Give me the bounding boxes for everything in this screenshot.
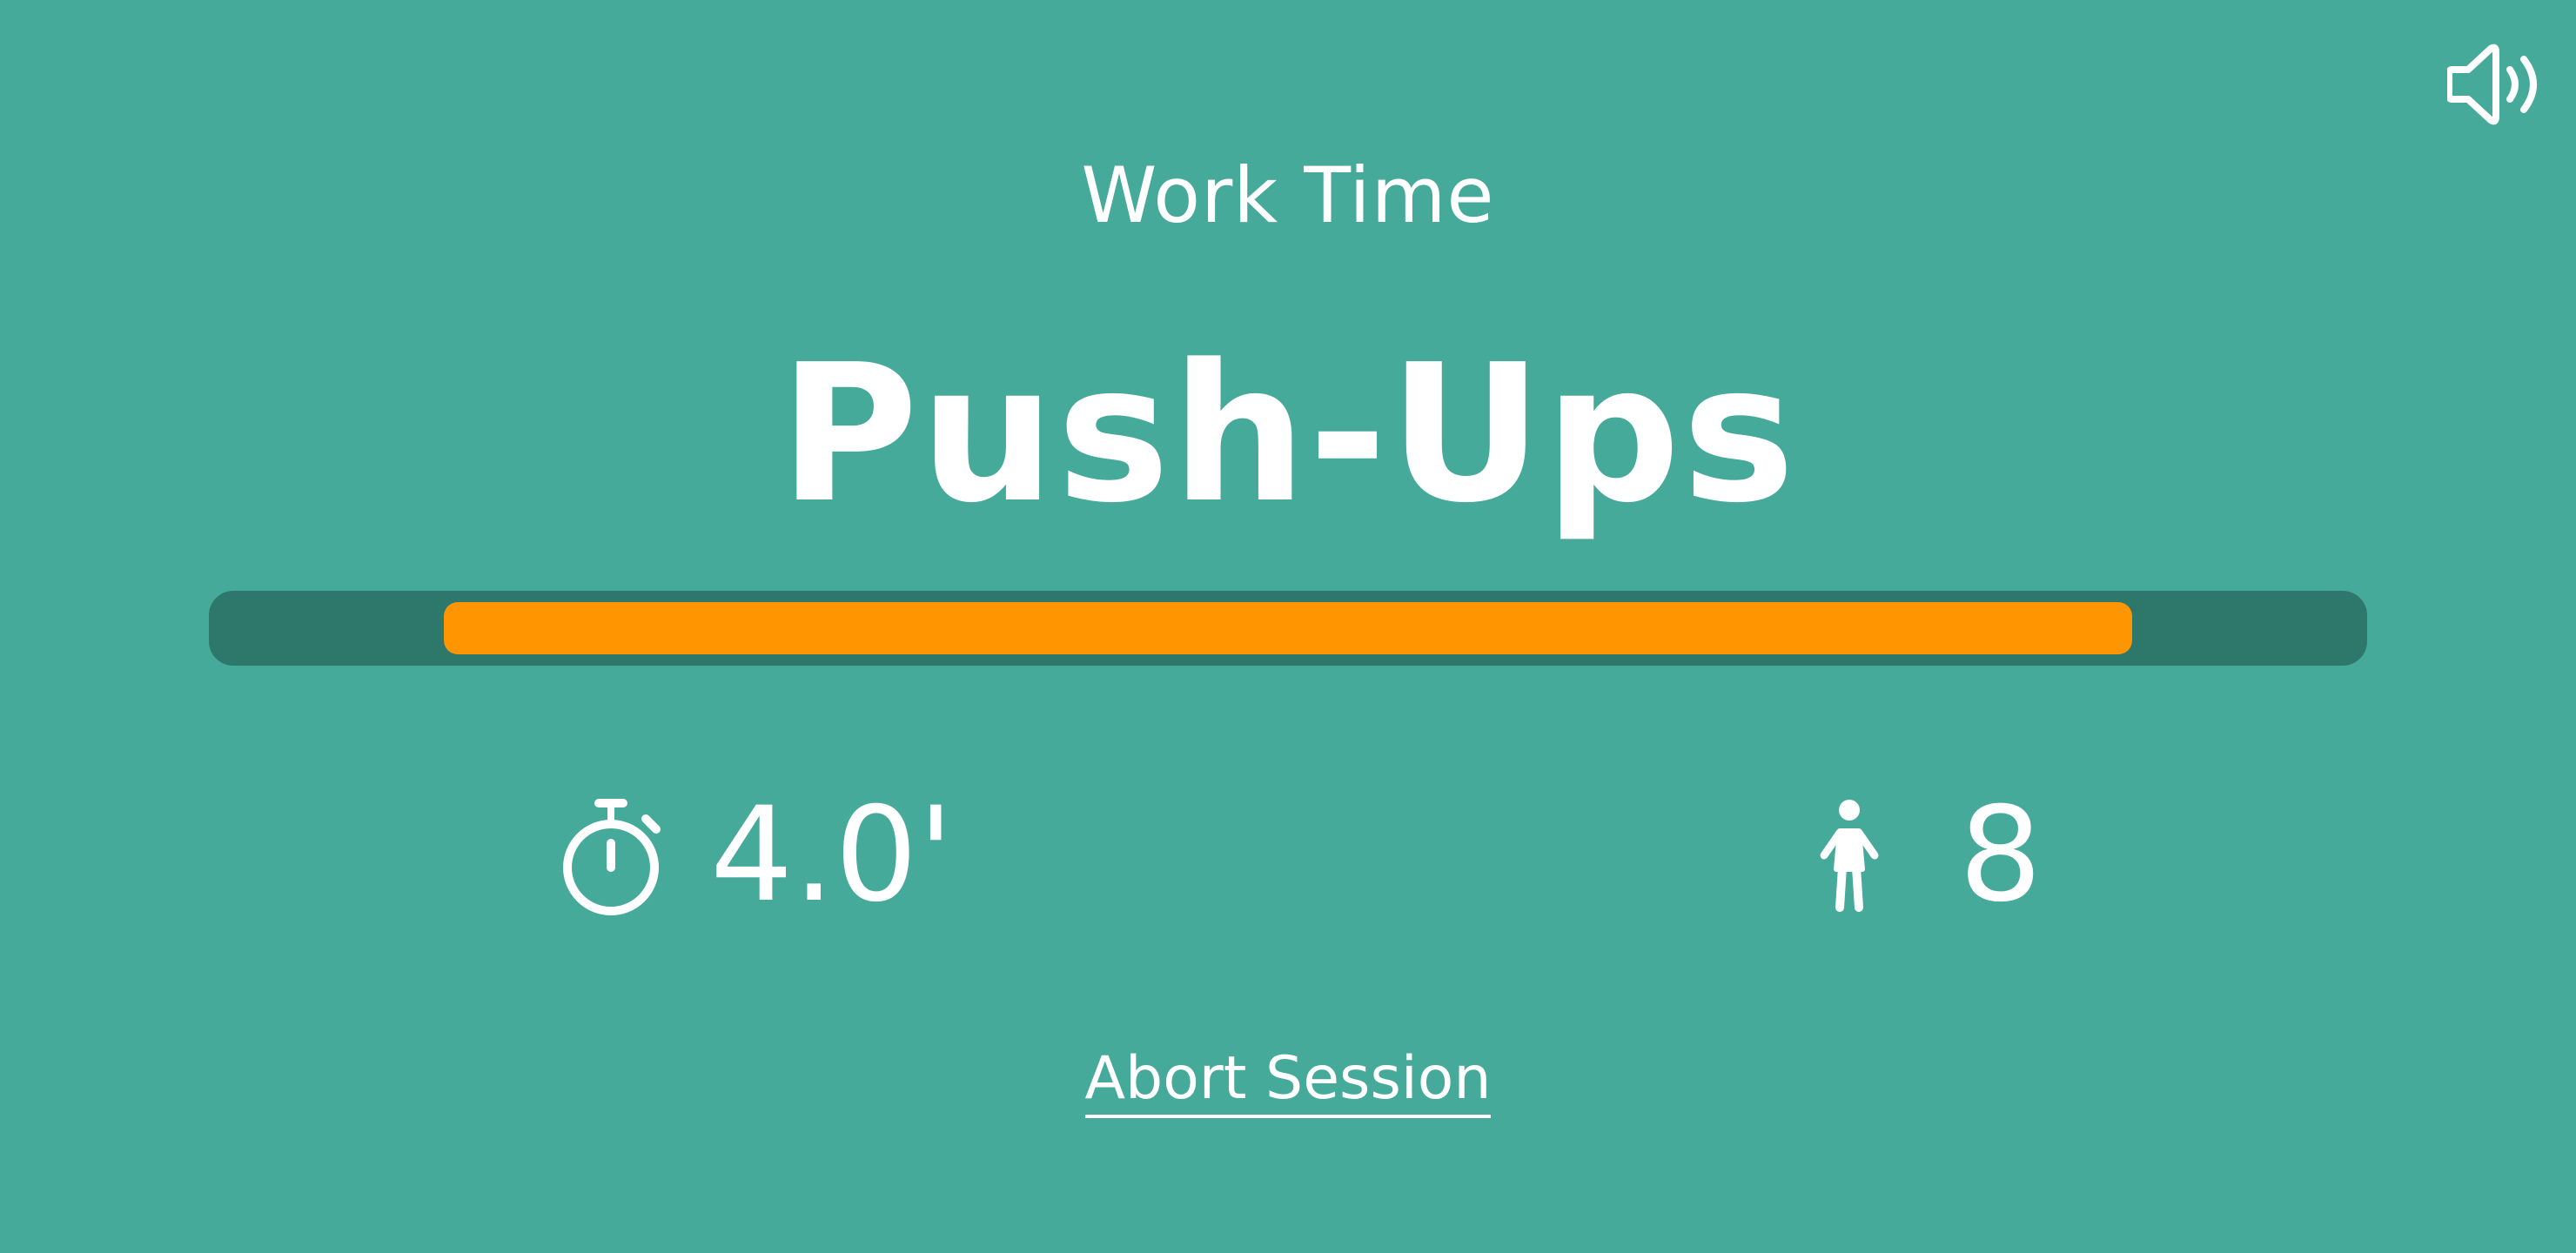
progress-fill	[444, 602, 2132, 654]
sound-toggle-button[interactable]	[2447, 44, 2548, 125]
duration-stat: 4.0'	[559, 780, 954, 931]
reps-stat: 8	[1814, 780, 2043, 931]
speaker-volume-icon	[2447, 44, 2537, 125]
abort-session-link-container: Abort Session	[0, 1040, 2576, 1118]
phase-label: Work Time	[1081, 151, 1495, 240]
progress-track	[209, 591, 2367, 666]
duration-value: 4.0'	[710, 780, 954, 931]
exercise-title: Push-Ups	[779, 325, 1797, 545]
stopwatch-icon	[563, 799, 661, 915]
abort-session-link[interactable]: Abort Session	[1084, 1044, 1492, 1118]
reps-value: 8	[1959, 780, 2043, 931]
person-icon	[1820, 800, 1879, 912]
